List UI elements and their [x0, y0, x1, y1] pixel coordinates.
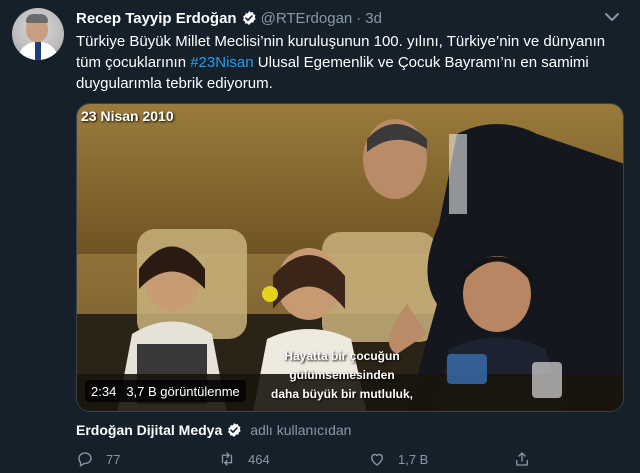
tweet-header: Recep Tayyip Erdoğan @RTErdogan · 3d — [76, 8, 382, 28]
source-label: adlı kullanıcıdan — [250, 422, 352, 438]
tweet-text: Türkiye Büyük Millet Meclisi’nin kuruluş… — [76, 31, 616, 94]
verified-icon — [242, 11, 256, 25]
separator-dot: · — [356, 9, 362, 27]
subtitle-line-2: daha büyük bir mutluluk, — [270, 387, 413, 401]
share-icon — [516, 452, 528, 466]
retweet-icon — [221, 452, 233, 466]
caret-down-icon[interactable] — [602, 9, 622, 25]
media-source: Erdoğan Dijital Medya adlı kullanıcıdan — [76, 420, 351, 440]
avatar-hair — [26, 14, 48, 23]
reply-count: 77 — [106, 451, 121, 467]
video-subtitle: Hayatta bir çocuğun gülümsemesinden daha… — [237, 347, 447, 404]
avatar-tie — [35, 42, 41, 60]
author-name[interactable]: Recep Tayyip Erdoğan — [76, 10, 237, 27]
source-account-name[interactable]: Erdoğan Dijital Medya — [76, 422, 222, 438]
hashtag-link[interactable]: #23Nisan — [190, 54, 253, 71]
video-date-overlay: 23 Nisan 2010 — [81, 108, 174, 124]
tweet[interactable]: Recep Tayyip Erdoğan @RTErdogan · 3d Tür… — [0, 0, 640, 473]
reply-icon — [78, 452, 92, 467]
video-stats-badge: 2:34 3,7 B görüntülenme — [85, 380, 246, 402]
video-player[interactable]: 23 Nisan 2010 Hayatta bir çocuğun gülüms… — [76, 103, 624, 412]
share-button[interactable] — [513, 450, 531, 468]
retweet-button[interactable]: 464 — [218, 450, 270, 468]
like-count: 1,7 B — [398, 451, 429, 467]
tweet-time[interactable]: 3d — [365, 10, 382, 27]
author-handle[interactable]: @RTErdogan — [261, 10, 353, 27]
subtitle-line-1: Hayatta bir çocuğun gülümsemesinden — [284, 349, 400, 382]
retweet-count: 464 — [248, 451, 270, 467]
video-view-count: 3,7 B görüntülenme — [126, 383, 240, 399]
avatar[interactable] — [12, 8, 64, 60]
like-button[interactable]: 1,7 B — [368, 450, 428, 468]
tweet-actions: 77 464 1,7 B — [76, 450, 624, 472]
reply-button[interactable]: 77 — [76, 450, 120, 468]
video-duration: 2:34 — [91, 383, 117, 399]
like-icon — [371, 453, 383, 466]
verified-icon — [228, 423, 241, 437]
